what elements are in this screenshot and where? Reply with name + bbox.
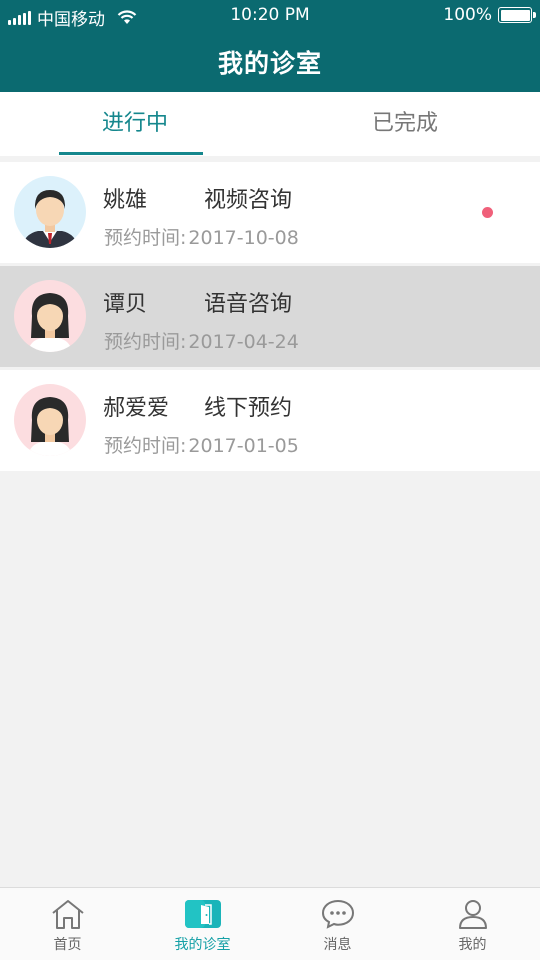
profile-icon xyxy=(458,900,487,929)
appointment-time-row: 预约时间: 2017-04-24 xyxy=(104,327,299,354)
message-icon xyxy=(321,899,354,929)
status-right: 100% xyxy=(443,5,536,25)
female-avatar-icon xyxy=(14,280,86,352)
appointment-date: 2017-01-05 xyxy=(188,435,299,457)
appointment-date: 2017-10-08 xyxy=(188,227,299,249)
tab-bar: 进行中 已完成 xyxy=(0,92,540,156)
nav-messages[interactable]: 消息 xyxy=(270,888,405,960)
home-icon xyxy=(51,900,84,929)
battery-percent: 100% xyxy=(443,5,492,25)
app-root: 中国移动 10:20 PM 100% 我的诊室 进行中 已完成 姚雄 视频咨询 … xyxy=(0,0,540,960)
appointment-item[interactable]: 谭贝 语音咨询 预约时间: 2017-04-24 xyxy=(0,266,540,367)
patient-name: 郝爱爱 xyxy=(103,396,170,421)
nav-label: 我的诊室 xyxy=(174,937,231,953)
service-type: 语音咨询 xyxy=(204,292,293,317)
tab-in-progress[interactable]: 进行中 xyxy=(0,92,270,156)
appointment-time-label: 预约时间: xyxy=(104,331,187,353)
appointment-item[interactable]: 姚雄 视频咨询 预约时间: 2017-10-08 xyxy=(0,162,540,263)
appointment-time-row: 预约时间: 2017-10-08 xyxy=(104,223,299,250)
appointment-time-label: 预约时间: xyxy=(104,435,187,457)
page-title: 我的诊室 xyxy=(217,49,322,78)
nav-label: 首页 xyxy=(53,937,82,953)
female-avatar-icon xyxy=(14,384,86,456)
header: 中国移动 10:20 PM 100% 我的诊室 xyxy=(0,0,540,92)
nav-profile[interactable]: 我的 xyxy=(405,888,540,960)
nav-label: 我的 xyxy=(458,937,487,953)
patient-name: 姚雄 xyxy=(103,188,148,213)
appointment-date: 2017-04-24 xyxy=(188,331,299,353)
tab-completed[interactable]: 已完成 xyxy=(270,92,540,156)
appointment-time-row: 预约时间: 2017-01-05 xyxy=(104,431,299,458)
tab-active-indicator xyxy=(59,152,203,155)
bottom-nav: 首页 我的诊室 消息 我的 xyxy=(0,887,540,960)
service-type: 线下预约 xyxy=(204,396,293,421)
unread-dot xyxy=(482,207,493,218)
status-bar: 中国移动 10:20 PM 100% xyxy=(0,0,540,32)
nav-my-clinic[interactable]: 我的诊室 xyxy=(135,888,270,960)
nav-home[interactable]: 首页 xyxy=(0,888,135,960)
male-avatar-icon xyxy=(14,176,86,248)
patient-name: 谭贝 xyxy=(103,292,148,317)
clinic-door-icon xyxy=(184,900,221,928)
appointment-time-label: 预约时间: xyxy=(104,227,187,249)
nav-label: 消息 xyxy=(323,937,352,953)
appointment-list: 姚雄 视频咨询 预约时间: 2017-10-08 谭贝 语音咨询 预约时间: 2… xyxy=(0,162,540,474)
appointment-item[interactable]: 郝爱爱 线下预约 预约时间: 2017-01-05 xyxy=(0,370,540,471)
service-type: 视频咨询 xyxy=(204,188,293,213)
battery-icon xyxy=(498,7,536,23)
